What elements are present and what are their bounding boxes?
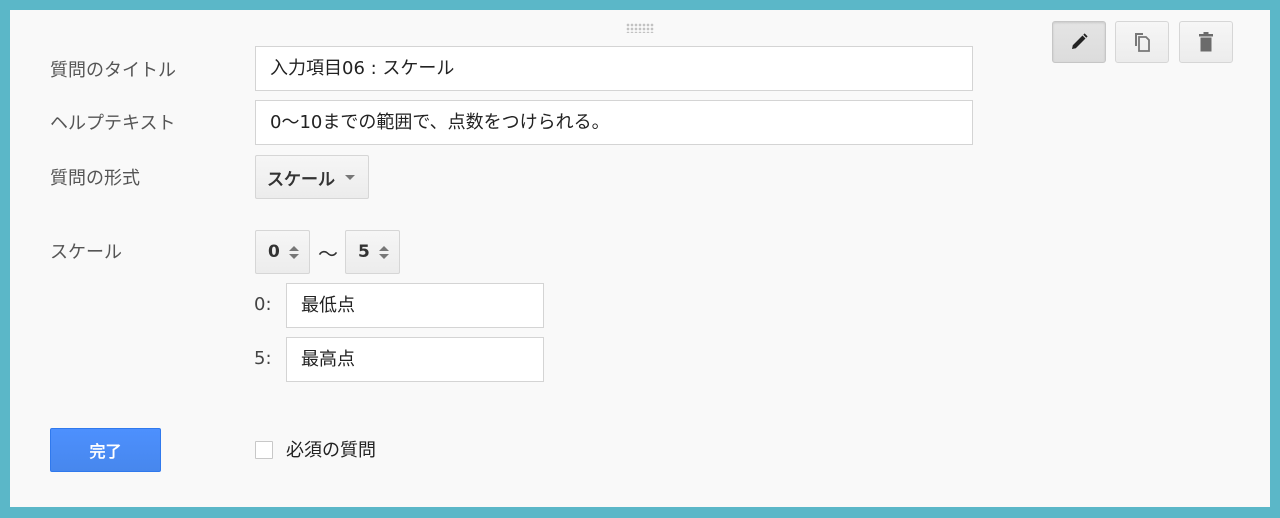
scale-max-prefix: 5: (254, 348, 272, 369)
scale-max-select[interactable]: 5 (345, 230, 400, 274)
scale-min-prefix: 0: (254, 294, 272, 315)
duplicate-icon (1135, 33, 1150, 52)
duplicate-button[interactable] (1115, 21, 1169, 63)
spinner-arrows-icon (288, 245, 299, 259)
question-editor-panel: 質問のタイトル 入力項目06 : スケール ヘルプテキスト 0〜10までの範囲で… (10, 10, 1270, 507)
scale-max-label-input[interactable]: 最高点 (286, 337, 544, 382)
scale-min-label-input[interactable]: 最低点 (286, 283, 544, 328)
scale-range-separator: 〜 (318, 242, 338, 266)
help-text-label: ヘルプテキスト (50, 113, 176, 134)
pencil-icon (1072, 33, 1088, 49)
spinner-arrows-icon (378, 245, 389, 259)
question-title-label: 質問のタイトル (50, 60, 176, 81)
chevron-down-icon (345, 174, 355, 180)
edit-button[interactable] (1052, 21, 1106, 63)
trash-icon (1199, 32, 1213, 52)
delete-button[interactable] (1179, 21, 1233, 63)
scale-min-value: 0 (268, 242, 280, 262)
question-title-input[interactable]: 入力項目06 : スケール (255, 46, 973, 91)
done-button[interactable]: 完了 (50, 428, 161, 472)
question-type-value: スケール (267, 169, 335, 190)
scale-min-select[interactable]: 0 (255, 230, 310, 274)
question-type-select[interactable]: スケール (255, 155, 369, 199)
required-checkbox-label[interactable]: 必須の質問 (286, 436, 376, 462)
drag-handle-icon[interactable] (626, 23, 654, 33)
scale-label: スケール (50, 242, 122, 263)
scale-max-value: 5 (358, 242, 370, 262)
help-text-input[interactable]: 0〜10までの範囲で、点数をつけられる。 (255, 100, 973, 145)
required-checkbox[interactable] (255, 441, 273, 459)
question-type-label: 質問の形式 (50, 168, 140, 189)
